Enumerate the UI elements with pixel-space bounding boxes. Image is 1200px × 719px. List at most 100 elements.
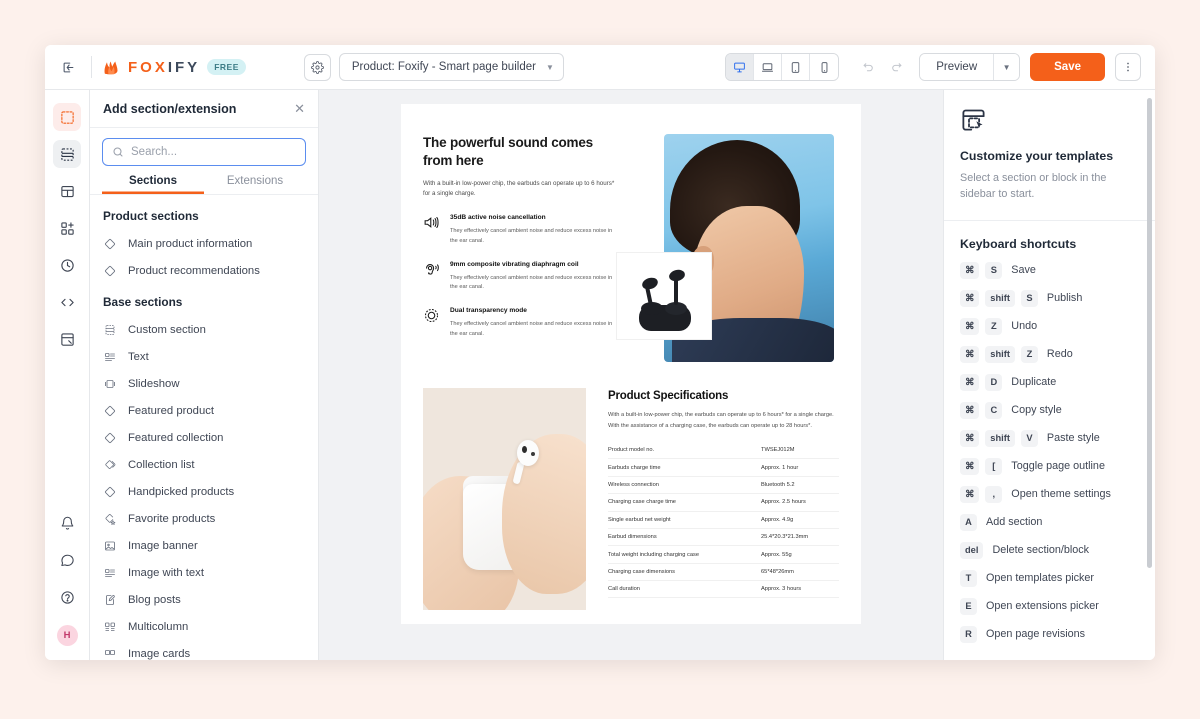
hands-holding-earbuds-case-photo — [423, 388, 586, 610]
list-item[interactable]: Collection list — [90, 451, 318, 478]
page-preview[interactable]: The powerful sound comes from here With … — [401, 104, 861, 624]
gear-icon[interactable] — [303, 53, 331, 81]
sidebar-item-templates[interactable] — [53, 177, 81, 205]
black-earbuds-product-photo — [616, 252, 712, 340]
hero-section[interactable]: The powerful sound comes from here With … — [401, 104, 861, 362]
panel-search-wrap — [90, 128, 318, 166]
table-row: Total weight including charging case App… — [608, 546, 839, 564]
list-item[interactable]: Handpicked products — [90, 478, 318, 505]
tab-sections[interactable]: Sections — [102, 175, 204, 194]
spec-key: Charging case charge time — [608, 499, 676, 506]
key-cap: S — [985, 261, 1003, 279]
more-vertical-icon[interactable] — [1115, 53, 1141, 81]
editor-canvas[interactable]: The powerful sound comes from here With … — [319, 90, 943, 660]
close-icon[interactable]: ✕ — [294, 102, 305, 115]
list-item[interactable]: Image with text — [90, 559, 318, 586]
shortcut-label: Copy style — [1011, 404, 1062, 417]
help-question-circle-icon[interactable] — [53, 583, 81, 611]
list-item[interactable]: Featured product — [90, 397, 318, 424]
device-tablet-button[interactable] — [782, 54, 811, 80]
key-cap: ⌘ — [960, 317, 980, 335]
tag-icon — [103, 404, 117, 418]
tab-extensions[interactable]: Extensions — [204, 175, 306, 194]
notifications-bell-icon[interactable] — [53, 509, 81, 537]
shortcut-row: del Delete section/block — [944, 536, 1155, 564]
table-row: Single earbud net weight Approx. 4.9g — [608, 512, 839, 529]
device-laptop-button[interactable] — [754, 54, 783, 80]
group-title-base-sections: Base sections — [103, 295, 183, 309]
photo-held-bud-sensor-shape — [531, 452, 535, 456]
foxify-logo[interactable]: FOX IFY FREE — [102, 59, 246, 76]
list-item[interactable]: Featured collection — [90, 424, 318, 451]
sidebar-item-add-section[interactable] — [53, 103, 81, 131]
table-row: Product model no. TWSEJ012M — [608, 442, 839, 460]
shortcut-label: Duplicate — [1011, 376, 1057, 389]
speaker-noise-icon — [423, 213, 441, 246]
list-item[interactable]: Favorite products — [90, 505, 318, 532]
feedback-chat-icon[interactable] — [53, 546, 81, 574]
specifications-section[interactable]: Product Specifications With a built-in l… — [401, 362, 861, 610]
list-item-label: Favorite products — [128, 512, 216, 525]
table-row: Call duration Approx. 3 hours — [608, 581, 839, 599]
list-item[interactable]: Product recommendations — [90, 257, 318, 284]
list-item[interactable]: Text — [90, 343, 318, 370]
list-item-label: Slideshow — [128, 377, 180, 390]
redo-icon[interactable] — [883, 54, 909, 80]
specifications-table: Product model no. TWSEJ012M Earbuds char… — [608, 442, 839, 599]
search-box[interactable] — [102, 138, 306, 166]
key-cap: R — [960, 625, 977, 643]
table-row: Charging case dimensions 65*48*26mm — [608, 564, 839, 582]
shortcut-label: Publish — [1046, 292, 1083, 305]
sidebar-item-extensions[interactable] — [53, 214, 81, 242]
toolbar-right-group: Preview ▼ Save — [725, 53, 1141, 81]
device-desktop-button[interactable] — [726, 54, 755, 80]
spec-value: Approx. 55g — [761, 551, 792, 558]
search-input[interactable] — [131, 146, 296, 158]
undo-icon[interactable] — [855, 54, 881, 80]
key-cap: D — [985, 373, 1003, 391]
sidebar-item-theme-settings[interactable] — [53, 325, 81, 353]
inspector-scrollbar[interactable] — [1147, 98, 1152, 568]
logo-fox-text: FOX — [128, 58, 168, 76]
key-cap: [ — [985, 457, 1003, 475]
page-selector[interactable]: Product: Foxify - Smart page builder ▼ — [338, 53, 564, 81]
hero-image-column — [616, 134, 861, 362]
logo-ify-text: IFY — [167, 58, 201, 76]
main-body: H Add section/extension ✕ Sections Exten… — [45, 90, 1155, 660]
list-item-label: Custom section — [128, 323, 206, 336]
list-item[interactable]: Blog posts — [90, 586, 318, 613]
sidebar-item-page-outline[interactable] — [53, 140, 81, 168]
table-row: Wireless connection Bluetooth 5.2 — [608, 477, 839, 495]
avatar[interactable]: H — [56, 625, 78, 646]
shortcut-row: ⌘ shift V Paste style — [944, 424, 1155, 452]
key-cap: shift — [985, 345, 1015, 363]
shortcut-label: Toggle page outline — [1011, 460, 1105, 473]
list-item[interactable]: Custom section — [90, 316, 318, 343]
sidebar-item-revisions[interactable] — [53, 251, 81, 279]
app-window: FOX IFY FREE Product: Foxify - Smart page… — [45, 45, 1155, 660]
inspector-title: Customize your templates — [960, 149, 1114, 163]
left-icon-rail: H — [45, 90, 90, 660]
key-cap: A — [960, 513, 977, 531]
section-list[interactable]: Product sections Main product informatio… — [90, 195, 318, 660]
list-item[interactable]: Slideshow — [90, 370, 318, 397]
list-item[interactable]: Multicolumn — [90, 613, 318, 640]
key-cap: ⌘ — [960, 345, 980, 363]
key-cap: shift — [985, 429, 1015, 447]
shortcut-row: R Open page revisions — [944, 620, 1155, 648]
sidebar-item-custom-code[interactable] — [53, 288, 81, 316]
collapse-sidebar-icon[interactable] — [55, 54, 81, 80]
list-item[interactable]: Image banner — [90, 532, 318, 559]
device-mobile-button[interactable] — [810, 54, 839, 80]
blog-icon — [103, 593, 117, 607]
key-cap: C — [985, 401, 1003, 419]
list-item-label: Image with text — [128, 566, 204, 579]
preview-button[interactable]: Preview — [920, 54, 994, 80]
list-item-label: Collection list — [128, 458, 195, 471]
preview-dropdown-icon[interactable]: ▼ — [993, 54, 1020, 80]
feature-item: Dual transparency mode They effectively … — [423, 306, 616, 339]
list-item[interactable]: Image cards — [90, 640, 318, 660]
save-button[interactable]: Save — [1030, 53, 1105, 81]
spec-value: Approx. 1 hour — [761, 464, 799, 471]
list-item[interactable]: Main product information — [90, 230, 318, 257]
